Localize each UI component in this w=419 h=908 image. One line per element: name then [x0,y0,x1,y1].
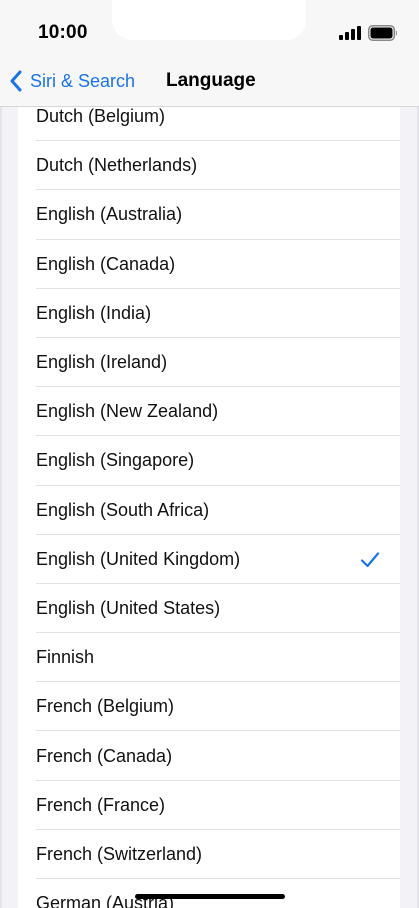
status-bar: 10:00 [0,0,419,60]
language-option-label: Dutch (Netherlands) [36,155,198,176]
language-option[interactable]: English (Singapore) [18,436,400,486]
language-option-label: French (Belgium) [36,696,175,717]
language-option-label: English (Singapore) [36,450,195,471]
back-button-label: Siri & Search [30,70,136,91]
language-option[interactable]: English (United Kingdom) [18,535,400,585]
chevron-left-icon [10,70,22,92]
battery-icon [368,25,397,41]
language-option-label: French (Switzerland) [36,843,203,864]
language-option[interactable]: English (New Zealand) [18,387,400,437]
cellular-signal-icon [339,26,361,40]
language-option-label: French (Canada) [36,745,173,766]
page-title: Language [166,70,256,91]
notch [112,0,306,40]
language-option[interactable]: French (Switzerland) [18,830,400,880]
language-option-label: English (South Africa) [36,499,210,520]
back-button[interactable]: Siri & Search [8,66,135,96]
language-option[interactable]: English (Ireland) [18,338,400,388]
language-option-label: English (Canada) [36,253,176,274]
language-option[interactable]: French (Canada) [18,731,400,781]
language-option-label: English (United States) [36,597,221,618]
language-option-label: English (Australia) [36,204,183,225]
language-option-label: French (France) [36,794,166,815]
language-option[interactable]: Dutch (Netherlands) [18,141,400,191]
navigation-bar: Siri & Search Language [0,60,419,107]
language-option[interactable]: French (France) [18,781,400,831]
language-option[interactable]: English (United States) [18,584,400,634]
language-option[interactable]: English (India) [18,289,400,339]
language-option-label: English (United Kingdom) [36,548,241,569]
status-time: 10:00 [38,22,88,43]
language-option-label: English (New Zealand) [36,401,219,422]
language-option-label: English (Ireland) [36,352,168,373]
language-option[interactable]: English (Canada) [18,240,400,289]
language-option[interactable]: English (Australia) [18,190,400,240]
language-option[interactable]: French (Belgium) [18,682,400,732]
language-list: Dutch (Belgium) Dutch (Netherlands) Englis… [18,92,400,908]
language-option-label: English (India) [36,302,152,323]
language-option-label: Finnish [36,647,95,668]
language-option[interactable]: Finnish [18,633,400,683]
phone-screen: 10:00 Siri & Search Language Dutch (Belg… [0,0,419,908]
home-indicator[interactable] [135,894,285,899]
device-frame-left [0,0,2,908]
checkmark-icon [360,552,380,567]
language-option[interactable]: English (South Africa) [18,486,400,535]
language-option-label: Dutch (Belgium) [36,106,166,127]
